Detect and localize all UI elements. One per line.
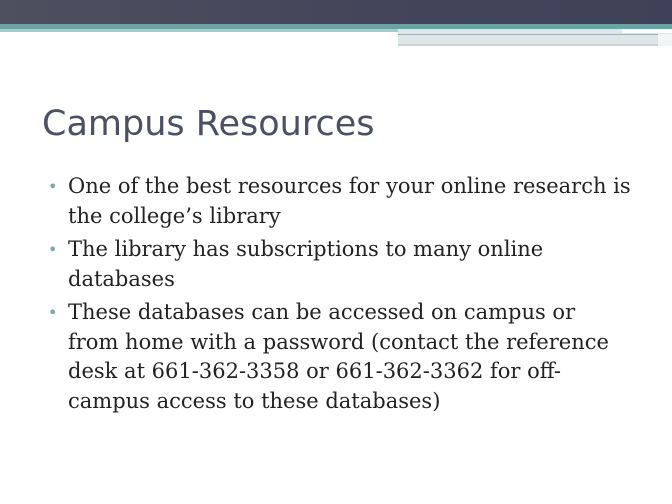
bullet-text: The library has subscriptions to many on…	[68, 237, 544, 291]
bullet-list: • One of the best resources for your onl…	[42, 172, 632, 420]
bullet-item: • One of the best resources for your onl…	[42, 172, 632, 231]
bullet-text: These databases can be accessed on campu…	[68, 300, 609, 413]
header-accent-bottom	[398, 44, 672, 46]
header-dark-band	[0, 0, 672, 24]
bullet-item: • The library has subscriptions to many …	[42, 235, 632, 294]
slide: Campus Resources • One of the best resou…	[0, 0, 672, 504]
slide-title: Campus Resources	[42, 104, 375, 144]
header-right-accent-2	[658, 34, 672, 46]
header-accent-line	[398, 34, 672, 35]
header-right-accent	[622, 29, 672, 33]
bullet-text: One of the best resources for your onlin…	[68, 174, 631, 228]
bullet-dot-icon: •	[48, 177, 58, 196]
bullet-dot-icon: •	[48, 303, 58, 322]
bullet-item: • These databases can be accessed on cam…	[42, 298, 632, 416]
bullet-dot-icon: •	[48, 240, 58, 259]
